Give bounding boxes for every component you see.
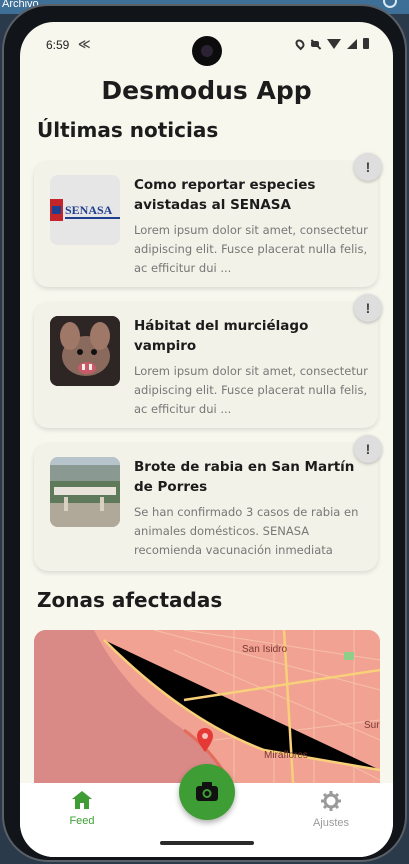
nav-label-feed: Feed <box>69 815 95 827</box>
senasa-logo-thumbnail: SENASA <box>50 175 120 245</box>
location-icon <box>293 37 307 50</box>
loading-icon <box>383 0 397 8</box>
camera-fab-button[interactable] <box>179 764 235 820</box>
status-time: 6:59 <box>46 38 70 52</box>
senasa-logo: SENASA <box>50 199 120 221</box>
street-thumbnail <box>50 457 120 527</box>
report-alert-button[interactable]: ! <box>354 294 382 322</box>
vampire-bat-photo <box>50 316 120 386</box>
news-card-rabia[interactable]: Brote de rabia en San Martín de Porres S… <box>34 443 378 571</box>
nav-item-settings[interactable]: Ajustes <box>291 791 371 829</box>
news-body: Se han confirmado 3 casos de rabia en an… <box>134 505 359 557</box>
status-bar: 6:59 ≪ <box>20 22 393 66</box>
nav-item-feed[interactable]: Feed <box>42 791 122 827</box>
news-title[interactable]: Brote de rabia en San Martín de Porres <box>134 457 364 497</box>
san-martin-street-photo <box>50 457 120 527</box>
app-title: Desmodus App <box>101 76 312 105</box>
vampire-bat-thumbnail <box>50 316 120 386</box>
signal-icon <box>347 38 357 49</box>
report-alert-button[interactable]: ! <box>354 435 382 463</box>
zones-heading: Zonas afectadas <box>37 588 223 612</box>
mute-icon <box>310 39 321 49</box>
report-alert-button[interactable]: ! <box>354 153 382 181</box>
gear-icon <box>321 791 341 811</box>
map-label: San Isidro <box>242 644 288 655</box>
status-icons <box>293 37 369 50</box>
flutter-icon: ≪ <box>78 37 91 51</box>
news-heading: Últimas noticias <box>37 118 219 142</box>
camera-lens <box>201 45 213 57</box>
home-indicator[interactable] <box>160 841 254 845</box>
nav-label-settings: Ajustes <box>312 817 350 829</box>
home-icon <box>72 791 92 809</box>
news-card-senasa[interactable]: SENASA Como reportar especies avistadas … <box>34 161 378 287</box>
map-marker-icon[interactable] <box>197 728 213 752</box>
wifi-icon <box>327 38 341 49</box>
news-body: Lorem ipsum dolor sit amet, consectetur … <box>134 223 368 275</box>
map-label: Miraflores <box>264 750 308 761</box>
news-title[interactable]: Como reportar especies avistadas al SENA… <box>134 175 364 215</box>
camera-icon <box>196 782 218 801</box>
news-body: Lorem ipsum dolor sit amet, consectetur … <box>134 364 368 416</box>
front-camera <box>192 36 222 66</box>
news-title[interactable]: Hábitat del murciélago vampiro <box>134 316 364 356</box>
news-card-habitat[interactable]: Hábitat del murciélago vampiro Lorem ips… <box>34 302 378 428</box>
phone-frame: 6:59 ≪ Desmodus App Últimas noticias SEN… <box>2 4 407 862</box>
senasa-logo-text: SENASA <box>65 203 113 217</box>
phone-screen: 6:59 ≪ Desmodus App Últimas noticias SEN… <box>20 22 393 857</box>
map-label: Sur <box>364 720 380 731</box>
battery-icon <box>363 38 369 49</box>
